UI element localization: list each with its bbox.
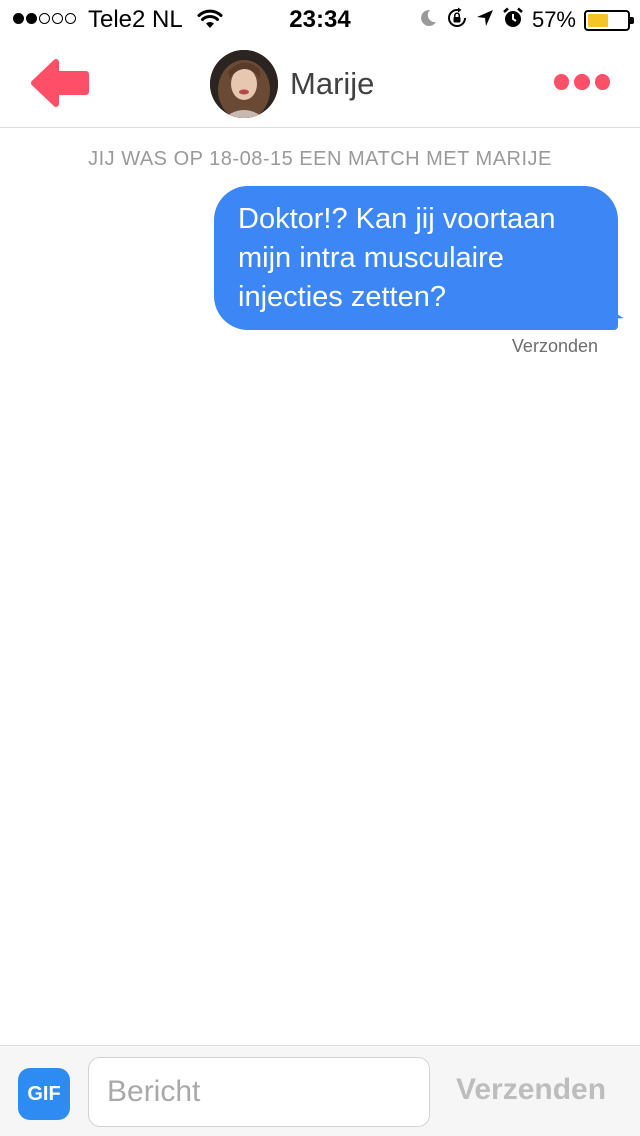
back-arrow-icon [31, 59, 89, 107]
match-name: Marije [290, 66, 375, 101]
match-notice: JIJ WAS OP 18-08-15 EEN MATCH MET MARIJE [88, 148, 552, 170]
battery-icon [584, 9, 634, 31]
alarm-icon [502, 7, 524, 34]
battery-percent: 57% [531, 7, 576, 32]
message-status: Verzonden [511, 336, 598, 356]
rotation-lock-icon [446, 7, 468, 34]
more-dots-icon [554, 74, 570, 90]
message-input-bar: GIF Verzenden [0, 1045, 640, 1136]
back-button[interactable] [28, 56, 92, 110]
message-input[interactable] [88, 1057, 430, 1127]
more-options-button[interactable] [554, 70, 610, 94]
message-bubble[interactable]: Doktor!? Kan jij voortaan mijn intra mus… [214, 186, 618, 330]
send-button[interactable]: Verzenden [456, 1073, 606, 1107]
bubble-tail [596, 300, 624, 319]
location-icon [476, 9, 494, 32]
moon-icon [418, 8, 438, 33]
match-profile[interactable]: Marije [210, 50, 374, 118]
gif-button[interactable]: GIF [18, 1068, 70, 1120]
status-indicators: 57% [418, 6, 634, 34]
chat-header: Marije [0, 40, 640, 128]
message-text: Doktor!? Kan jij voortaan mijn intra mus… [238, 203, 556, 313]
status-bar: Tele2 NL 23:34 57% [0, 0, 640, 40]
avatar[interactable] [210, 50, 278, 118]
